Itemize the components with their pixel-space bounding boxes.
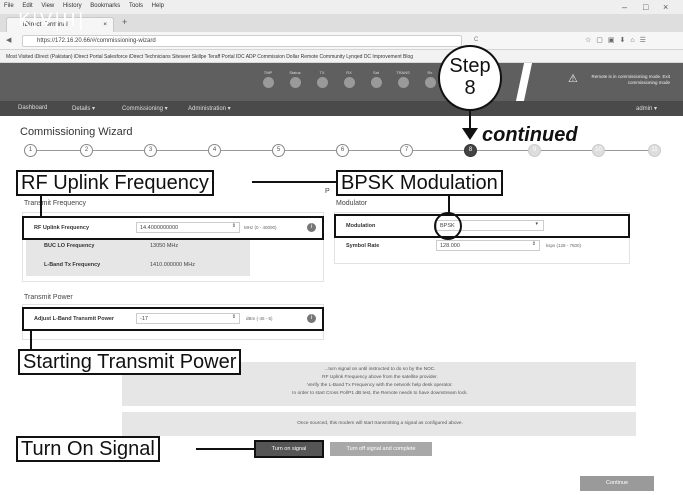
lband-tx-label: L-Band Tx Frequency bbox=[44, 262, 101, 268]
step-8[interactable]: 8 bbox=[464, 144, 477, 157]
bookmarks-bar[interactable]: Most Visited iDirect (Pakistan) iDirect … bbox=[0, 50, 683, 63]
adjust-power-input[interactable]: -17 ⇕ bbox=[136, 313, 240, 324]
adjust-power-unit: dBm (-45 - 5) bbox=[246, 316, 273, 321]
browser-menubar: File Edit View History Bookmarks Tools H… bbox=[0, 0, 683, 14]
step-7[interactable]: 7 bbox=[400, 144, 413, 157]
tab-strip: iDirect Terminal × + bbox=[0, 14, 683, 32]
indicator-light bbox=[397, 77, 409, 88]
callout-connector bbox=[252, 181, 336, 183]
minimize-button[interactable]: – bbox=[622, 2, 627, 12]
menu-edit[interactable]: Edit bbox=[22, 3, 32, 9]
maximize-button[interactable]: □ bbox=[643, 2, 648, 12]
callout-connector bbox=[196, 448, 254, 450]
address-bar[interactable]: https://172.16.20.66/#/commissioning-wiz… bbox=[22, 35, 462, 47]
commissioning-status[interactable]: Remote is in commissioning mode. Exit co… bbox=[590, 74, 670, 86]
symbol-rate-label: Symbol Rate bbox=[346, 243, 380, 249]
menu-history[interactable]: History bbox=[63, 3, 82, 9]
url-toolbar: ◀ https://172.16.20.66/#/commissioning-w… bbox=[0, 32, 683, 50]
buc-lo-value: 13050 MHz bbox=[150, 243, 179, 249]
kvh-logo: K|V|H| bbox=[18, 10, 86, 31]
continued-label: continued bbox=[482, 124, 578, 146]
symbol-rate-unit: ksps (128 - 7500) bbox=[546, 243, 582, 248]
step-3[interactable]: 3 bbox=[144, 144, 157, 157]
continue-button[interactable]: Continue bbox=[580, 476, 654, 491]
info-icon[interactable]: i bbox=[307, 314, 316, 323]
step-1[interactable]: 1 bbox=[24, 144, 37, 157]
step-11: 11 bbox=[648, 144, 661, 157]
symbol-rate-input[interactable]: 128.000 ⇕ bbox=[436, 240, 540, 251]
step-6[interactable]: 6 bbox=[336, 144, 349, 157]
app-nav: Dashboard Details ▾ Commissioning ▾ Admi… bbox=[0, 101, 683, 116]
indicator-light bbox=[262, 77, 274, 88]
once-sourced-text: Once sourced, this modem will start tran… bbox=[297, 421, 463, 426]
transmit-power-heading: Transmit Power bbox=[24, 294, 73, 301]
step-10: 10 bbox=[592, 144, 605, 157]
spinner-icon[interactable]: ⇕ bbox=[232, 314, 236, 320]
indicator-light bbox=[316, 77, 328, 88]
transmit-frequency-heading: Transmit Frequency bbox=[24, 200, 86, 207]
menu-view[interactable]: View bbox=[41, 3, 54, 9]
step-word: Step bbox=[449, 55, 491, 77]
indicator-light bbox=[343, 77, 355, 88]
bpsk-circle-highlight bbox=[434, 212, 462, 240]
indicator-tmp: TMP bbox=[255, 70, 281, 88]
info-icon[interactable]: i bbox=[307, 223, 316, 232]
buc-lo-label: BUC LO Frequency bbox=[44, 243, 95, 249]
toolbar-icons[interactable]: ☆▢▣⬇⌂☰ bbox=[585, 36, 651, 44]
step-number: 8 bbox=[464, 77, 476, 99]
address-text: https://172.16.20.66/#/commissioning-wiz… bbox=[37, 38, 156, 44]
menu-file[interactable]: File bbox=[4, 3, 14, 9]
nav-user-menu[interactable]: admin ▾ bbox=[636, 105, 657, 112]
rf-uplink-unit: MHz (0 - 40000) bbox=[244, 225, 277, 230]
partial-heading: P bbox=[325, 188, 330, 195]
modulation-label: Modulation bbox=[346, 223, 376, 229]
nav-commissioning[interactable]: Commissioning ▾ bbox=[122, 105, 168, 112]
rf-uplink-input[interactable]: 14.4000000000 ⇕ bbox=[136, 222, 240, 233]
close-window-button[interactable]: × bbox=[663, 2, 668, 12]
menu-help[interactable]: Help bbox=[152, 3, 164, 9]
wizard-title: Commissioning Wizard bbox=[20, 126, 133, 138]
indicator-trans: TRANS bbox=[390, 70, 416, 88]
callout-bpsk: BPSK Modulation bbox=[336, 170, 503, 196]
arrow-down-icon bbox=[462, 128, 478, 140]
close-tab-icon[interactable]: × bbox=[103, 21, 107, 28]
modulator-heading: Modulator bbox=[336, 200, 368, 207]
back-icon[interactable]: ◀ bbox=[6, 36, 11, 44]
step-4[interactable]: 4 bbox=[208, 144, 221, 157]
nav-administration[interactable]: Administration ▾ bbox=[188, 105, 231, 112]
reload-icon[interactable]: C bbox=[474, 37, 478, 43]
callout-connector bbox=[30, 331, 32, 349]
nav-details[interactable]: Details ▾ bbox=[72, 105, 95, 112]
spinner-icon[interactable]: ⇕ bbox=[532, 241, 536, 247]
indicator-light bbox=[370, 77, 382, 88]
indicator-status: Status bbox=[282, 70, 308, 88]
turn-on-signal-button[interactable]: Turn on signal bbox=[254, 440, 324, 458]
rf-uplink-label: RF Uplink Frequency bbox=[34, 225, 90, 231]
new-tab-button[interactable]: + bbox=[122, 17, 127, 27]
turn-off-signal-button[interactable]: Turn off signal and complete bbox=[330, 442, 432, 456]
chevron-down-icon: ▾ bbox=[535, 221, 538, 227]
indicator-sat: Sat bbox=[363, 70, 389, 88]
indicator-rx: RX bbox=[336, 70, 362, 88]
callout-starting-power: Starting Transmit Power bbox=[18, 349, 242, 375]
indicator-light bbox=[289, 77, 301, 88]
nav-dashboard[interactable]: Dashboard bbox=[18, 105, 47, 111]
warning-icon: ⚠ bbox=[568, 73, 578, 85]
callout-rf-uplink: RF Uplink Frequency bbox=[16, 170, 214, 196]
indicator-tx: TX bbox=[309, 70, 335, 88]
callout-turn-on: Turn On Signal bbox=[16, 436, 160, 462]
adjust-power-label: Adjust L-Band Transmit Power bbox=[34, 316, 115, 322]
lband-tx-value: 1410.000000 MHz bbox=[150, 262, 195, 268]
menu-tools[interactable]: Tools bbox=[129, 3, 143, 9]
menu-bookmarks[interactable]: Bookmarks bbox=[90, 3, 120, 9]
step-5[interactable]: 5 bbox=[272, 144, 285, 157]
spinner-icon[interactable]: ⇕ bbox=[232, 223, 236, 229]
indicator-light bbox=[424, 77, 436, 88]
step-bubble: Step 8 bbox=[438, 45, 502, 111]
step-2[interactable]: 2 bbox=[80, 144, 93, 157]
